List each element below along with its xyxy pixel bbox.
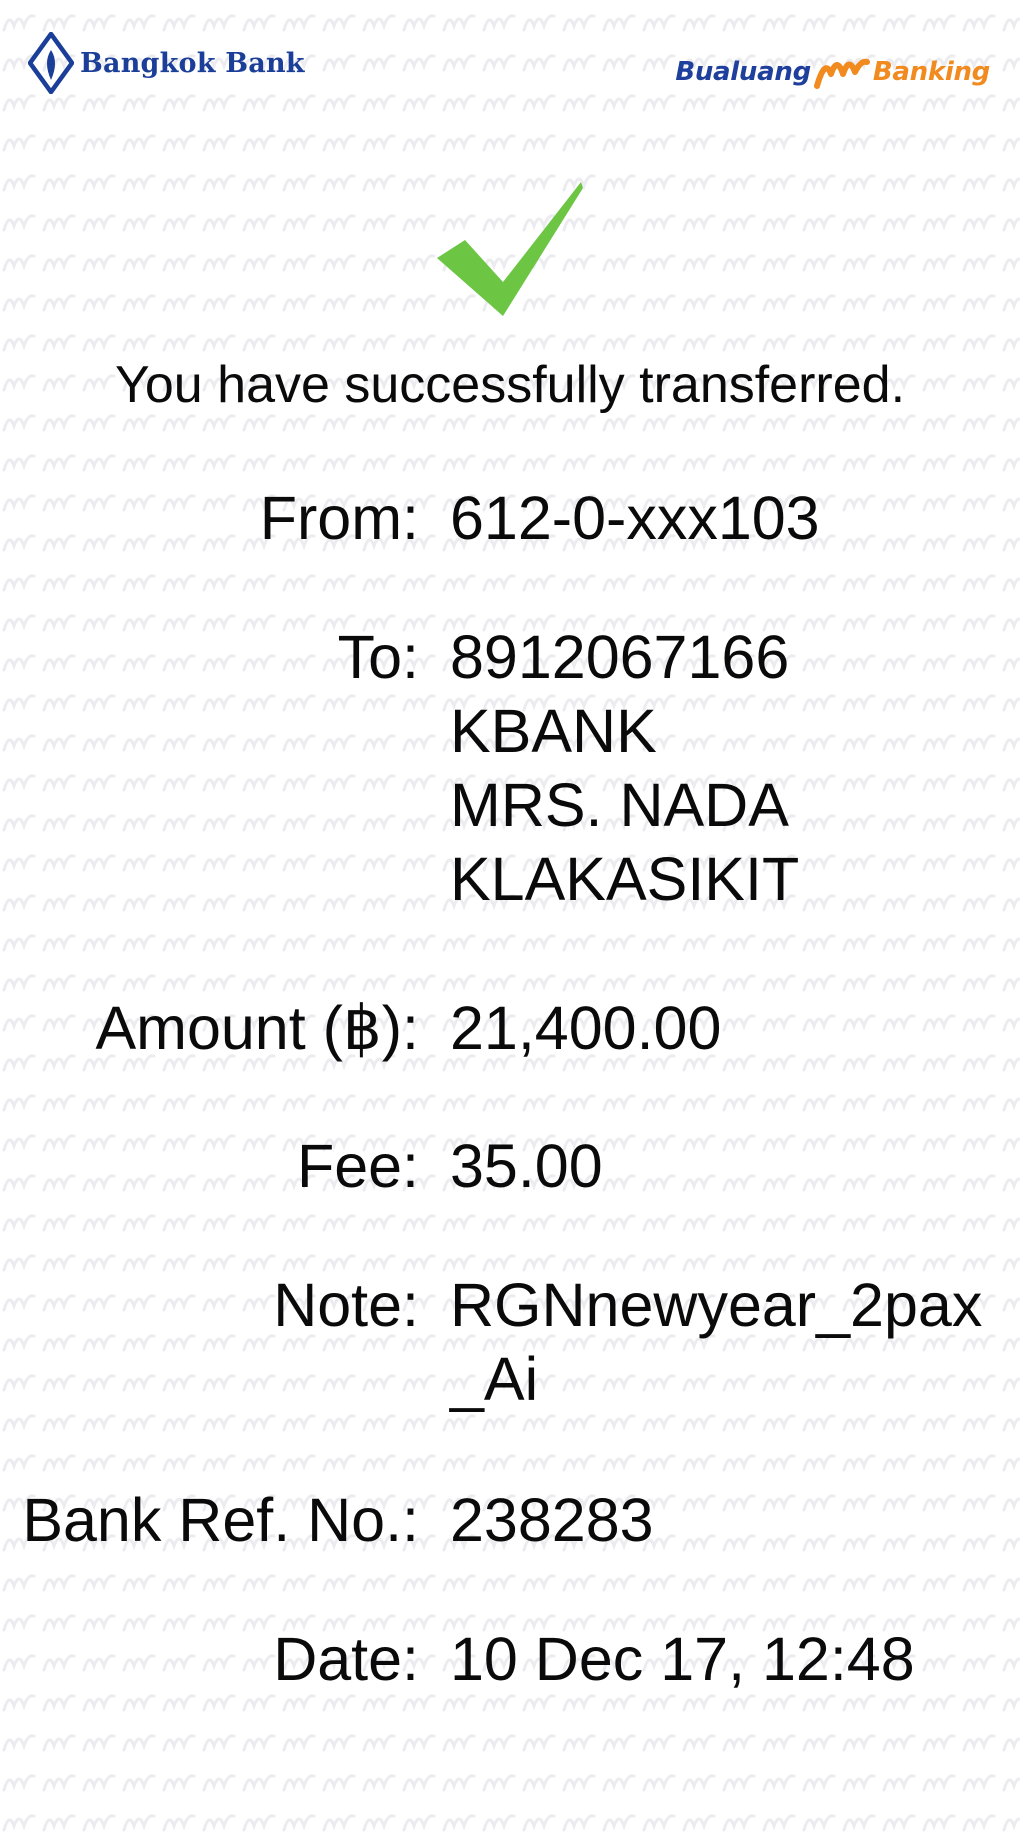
to-label: To: [337, 623, 419, 691]
mbanking-logo: Bualuang Banking [675, 52, 990, 92]
checkmark-icon [437, 182, 583, 316]
bank-ref-label: Bank Ref. No.: [22, 1486, 419, 1554]
amount-value: 21,400.00 [450, 994, 722, 1062]
note-line-2: _Ai [450, 1345, 539, 1413]
header-bar: Bangkok Bank Bualuang Banking [0, 0, 1020, 120]
mbanking-brand-right: Banking [872, 57, 990, 87]
fee-value: 35.00 [450, 1132, 603, 1200]
mbanking-m-icon [813, 58, 870, 89]
bank-ref-value: 238283 [450, 1486, 654, 1554]
fee-label: Fee: [296, 1132, 419, 1200]
to-account-value: 8912067166 KBANK MRS. NADA KLAKASIKIT [450, 620, 799, 916]
bangkok-bank-logo: Bangkok Bank [28, 32, 305, 94]
from-label: From: [259, 484, 419, 552]
note-value: RGNnewyear_2pax _Ai [450, 1268, 982, 1416]
to-recipient-name-line1: MRS. NADA [450, 771, 789, 839]
to-bank-name: KBANK [450, 697, 657, 765]
to-account-number: 8912067166 [450, 623, 790, 691]
note-line-1: RGNnewyear_2pax [450, 1271, 983, 1339]
date-label: Date: [273, 1625, 419, 1693]
from-account-value: 612-0-xxx103 [450, 484, 820, 552]
bank-name: Bangkok Bank [80, 47, 305, 79]
success-message: You have successfully transferred. [114, 356, 906, 414]
bangkok-bank-emblem-icon [28, 32, 74, 94]
date-value: 10 Dec 17, 12:48 [450, 1625, 915, 1693]
note-label: Note: [273, 1271, 419, 1339]
amount-label: Amount (฿): [95, 994, 419, 1062]
to-recipient-name-line2: KLAKASIKIT [450, 845, 800, 913]
mbanking-brand-left: Bualuang [675, 57, 811, 87]
